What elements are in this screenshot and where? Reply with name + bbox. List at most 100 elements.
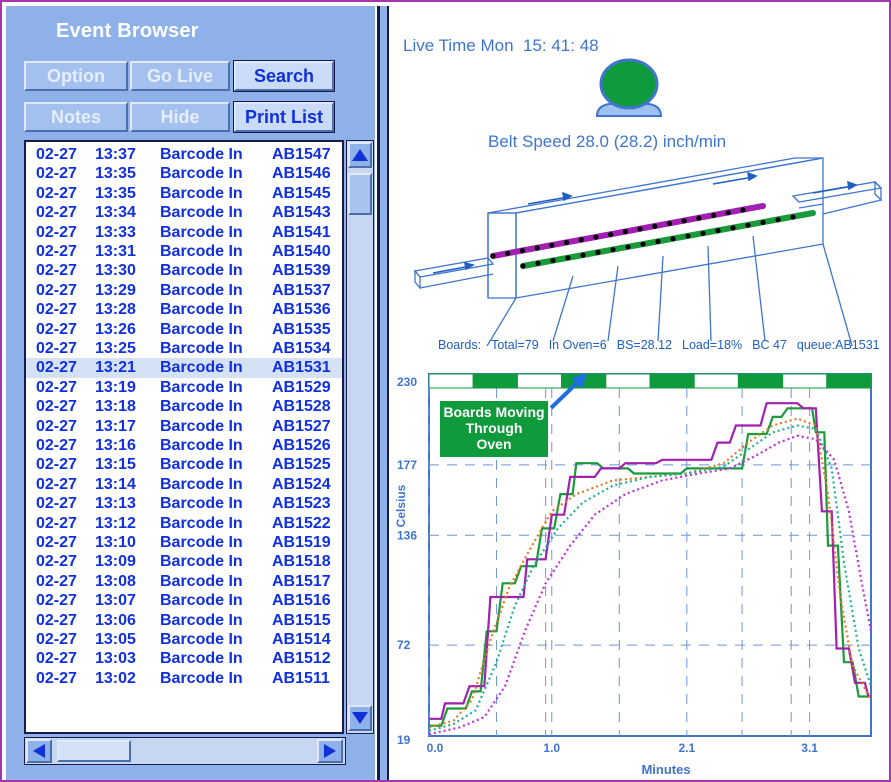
hscroll-thumb[interactable] xyxy=(57,740,131,762)
belt-dot xyxy=(715,228,721,234)
event-row[interactable]: 02-27 13:29 Barcode In AB1537 xyxy=(26,281,342,300)
belt-dot xyxy=(685,233,691,239)
event-row[interactable]: 02-27 13:13 Barcode In AB1523 xyxy=(26,494,342,513)
option-button[interactable]: Option xyxy=(24,61,128,91)
event-time: 13:06 xyxy=(95,611,136,629)
oven-zone-band xyxy=(693,373,739,389)
event-row[interactable]: 02-27 13:21 Barcode In AB1531 xyxy=(26,358,342,378)
event-date: 02-27 xyxy=(36,650,77,668)
belt-dot xyxy=(490,253,496,259)
event-row[interactable]: 02-27 13:12 Barcode In AB1522 xyxy=(26,514,342,533)
event-row[interactable]: 02-27 13:02 Barcode In AB1511 xyxy=(26,669,342,688)
print-list-button[interactable]: Print List xyxy=(233,101,335,133)
event-date: 02-27 xyxy=(36,204,77,222)
event-row[interactable]: 02-27 13:18 Barcode In AB1528 xyxy=(26,397,342,416)
belt-dot xyxy=(550,257,556,264)
temperature-profile-chart: 0.0 1.0 2.1 3.11972136177230MinutesCelsius … xyxy=(394,373,873,777)
event-row[interactable]: 02-27 13:30 Barcode In AB1539 xyxy=(26,261,342,280)
event-date: 02-27 xyxy=(36,514,77,532)
event-id: AB1539 xyxy=(272,262,331,280)
event-type: Barcode In xyxy=(160,165,243,183)
event-row[interactable]: 02-27 13:31 Barcode In AB1540 xyxy=(26,242,342,261)
notes-button[interactable]: Notes xyxy=(24,102,128,132)
scroll-up-button[interactable] xyxy=(348,142,372,168)
event-type: Barcode In xyxy=(160,456,243,474)
event-id: AB1547 xyxy=(272,146,331,163)
event-row[interactable]: 02-27 13:37 Barcode In AB1547 xyxy=(26,145,342,164)
event-row[interactable]: 02-27 13:26 Barcode In AB1535 xyxy=(26,320,342,339)
event-date: 02-27 xyxy=(36,281,77,299)
event-row[interactable]: 02-27 13:05 Barcode In AB1514 xyxy=(26,630,342,649)
event-type: Barcode In xyxy=(160,417,243,435)
event-type: Barcode In xyxy=(160,514,243,532)
event-row[interactable]: 02-27 13:19 Barcode In AB1529 xyxy=(26,378,342,397)
event-id: AB1541 xyxy=(272,223,331,241)
stats-queue: queue:AB1531 xyxy=(796,338,880,352)
belt-dot xyxy=(625,244,631,250)
event-date: 02-27 xyxy=(36,572,77,590)
callout-line-2: Through xyxy=(466,420,523,436)
event-row[interactable]: 02-27 13:25 Barcode In AB1534 xyxy=(26,339,342,358)
event-id: AB1518 xyxy=(272,553,331,571)
event-row[interactable]: 02-27 13:10 Barcode In AB1519 xyxy=(26,533,342,552)
belt-dot xyxy=(580,252,586,258)
event-row[interactable]: 02-27 13:06 Barcode In AB1515 xyxy=(26,611,342,630)
belt-dot xyxy=(520,263,526,269)
event-time: 13:37 xyxy=(95,146,136,163)
go-live-button[interactable]: Go Live xyxy=(130,61,230,91)
vertical-scrollbar[interactable] xyxy=(346,140,374,734)
event-id: AB1537 xyxy=(272,281,331,299)
event-date: 02-27 xyxy=(36,320,77,338)
y-tick-label: 19 xyxy=(397,733,411,747)
event-type: Barcode In xyxy=(160,204,243,222)
event-type: Barcode In xyxy=(160,650,243,668)
event-row[interactable]: 02-27 13:35 Barcode In AB1546 xyxy=(26,164,342,183)
event-time: 13:19 xyxy=(95,378,136,396)
event-time: 13:05 xyxy=(95,631,136,648)
panel-divider[interactable] xyxy=(377,6,389,780)
event-type: Barcode In xyxy=(160,262,243,280)
event-row[interactable]: 02-27 13:08 Barcode In AB1517 xyxy=(26,572,342,591)
event-row[interactable]: 02-27 13:03 Barcode In AB1512 xyxy=(26,649,342,668)
scroll-thumb[interactable] xyxy=(348,173,372,215)
event-type: Barcode In xyxy=(160,301,243,319)
scroll-left-button[interactable] xyxy=(26,739,52,763)
callout-line-3: Oven xyxy=(476,436,511,452)
event-row[interactable]: 02-27 13:14 Barcode In AB1524 xyxy=(26,475,342,494)
event-row[interactable]: 02-27 13:28 Barcode In AB1536 xyxy=(26,300,342,319)
event-date: 02-27 xyxy=(36,592,77,610)
event-row[interactable]: 02-27 13:33 Barcode In AB1541 xyxy=(26,223,342,242)
event-date: 02-27 xyxy=(36,262,77,280)
event-time: 13:29 xyxy=(95,281,136,299)
belt-dot xyxy=(700,230,706,236)
belt-dot xyxy=(622,229,628,235)
belt-dot xyxy=(681,218,687,224)
scroll-right-button[interactable] xyxy=(317,739,343,763)
event-row[interactable]: 02-27 13:07 Barcode In AB1516 xyxy=(26,591,342,610)
event-row[interactable]: 02-27 13:35 Barcode In AB1545 xyxy=(26,184,342,203)
event-type: Barcode In xyxy=(160,495,243,513)
search-button[interactable]: Search xyxy=(233,60,335,92)
oven-zone-band xyxy=(605,373,651,389)
scroll-down-button[interactable] xyxy=(348,705,372,731)
event-row[interactable]: 02-27 13:16 Barcode In AB1526 xyxy=(26,436,342,455)
event-row[interactable]: 02-27 13:15 Barcode In AB1525 xyxy=(26,455,342,474)
event-row[interactable]: 02-27 13:17 Barcode In AB1527 xyxy=(26,417,342,436)
app-window: Event Browser Option Go Live Search Note… xyxy=(0,0,891,782)
event-list[interactable]: 02-27 13:37 Barcode In AB1547 02-27 13:35 Barc… xyxy=(24,140,344,734)
event-row[interactable]: 02-27 13:34 Barcode In AB1543 xyxy=(26,203,342,222)
event-id: AB1514 xyxy=(272,631,331,648)
live-view-panel: Live Time Mon 15: 41: 48 Belt Speed 28.0… xyxy=(393,6,889,780)
event-id: AB1517 xyxy=(272,572,331,590)
event-date: 02-27 xyxy=(36,611,77,629)
horizontal-scrollbar[interactable] xyxy=(24,737,346,765)
event-date: 02-27 xyxy=(36,495,77,513)
event-id: AB1522 xyxy=(272,514,331,532)
event-type: Barcode In xyxy=(160,359,243,377)
event-row[interactable]: 02-27 13:09 Barcode In AB1518 xyxy=(26,552,342,571)
belt-dot xyxy=(608,231,614,237)
hide-button[interactable]: Hide xyxy=(130,102,230,132)
event-id: AB1523 xyxy=(272,495,331,513)
event-type: Barcode In xyxy=(160,320,243,338)
event-type: Barcode In xyxy=(160,611,243,629)
